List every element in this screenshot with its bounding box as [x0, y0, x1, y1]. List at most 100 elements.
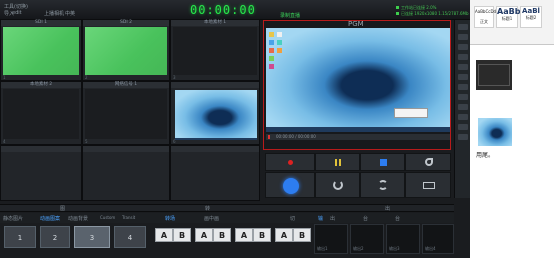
output-label: 输出2	[353, 246, 364, 251]
source-cell-local1[interactable]: 本地素材 1 3	[170, 19, 260, 81]
graphic-thumb-selected[interactable]: 3	[74, 226, 110, 248]
output-slot[interactable]: 输出3	[386, 224, 420, 254]
refresh-icon	[333, 180, 343, 190]
cell-number: 4	[3, 139, 6, 144]
source-cell-network1[interactable]: 网络信号 1 5	[82, 81, 170, 145]
output-slot[interactable]: 输出4	[422, 224, 454, 254]
style-heading2[interactable]: AaBl 标题2	[520, 6, 542, 28]
tab-static-image[interactable]: 静态图片	[3, 215, 23, 222]
tab-output-3[interactable]: 台	[363, 215, 368, 222]
section-title-graphics: 图	[60, 206, 66, 212]
tool-button[interactable]	[405, 153, 451, 171]
tab-transition[interactable]: 转场	[165, 215, 175, 222]
embedded-screen	[478, 64, 510, 86]
source-cell-sdi1[interactable]: SDI 1 1	[0, 19, 82, 81]
graphic-thumb[interactable]: 1	[4, 226, 36, 248]
source-cell-local2[interactable]: 本地素材 2 4	[0, 81, 82, 145]
stop-icon	[380, 159, 387, 166]
desktop-icon	[277, 40, 282, 45]
wrench-icon	[425, 158, 433, 166]
desktop-icon	[277, 48, 282, 53]
source-cell-empty[interactable]	[82, 145, 170, 201]
record-button[interactable]	[265, 153, 315, 171]
transition-tile[interactable]: A B	[235, 228, 271, 242]
style-sample: AaBbCcDd	[475, 9, 497, 14]
source-cell-sdi2[interactable]: SDI 2 2	[82, 19, 170, 81]
tab-output-4[interactable]: 台	[395, 215, 400, 222]
tab-output-2[interactable]: 出	[330, 215, 335, 222]
transition-b: B	[293, 228, 311, 242]
side-tool-button[interactable]	[458, 64, 468, 70]
timecode-display: 00:00:00	[190, 3, 256, 17]
menu-language[interactable]: 中英	[65, 10, 75, 17]
side-tool-button[interactable]	[458, 104, 468, 110]
side-tool-button[interactable]	[458, 84, 468, 90]
source-preview	[3, 27, 79, 75]
tab-output-1[interactable]: 输	[318, 215, 323, 222]
word-embedded-image[interactable]	[478, 118, 512, 146]
source-cell-empty[interactable]	[0, 145, 82, 201]
desktop-icon	[269, 64, 274, 69]
cell-number: 5	[85, 139, 88, 144]
desktop-icon	[269, 40, 274, 45]
tab-animated-bg[interactable]: 动画背景	[68, 215, 88, 222]
side-tool-button[interactable]	[458, 34, 468, 40]
pause-button[interactable]	[315, 153, 360, 171]
source-cell-desktop[interactable]: 6	[170, 81, 260, 145]
output-slot[interactable]: 输出1	[314, 224, 348, 254]
tab-pip[interactable]: 画中画	[204, 215, 219, 222]
live-button[interactable]	[265, 172, 315, 198]
side-tool-button[interactable]	[458, 24, 468, 30]
style-heading1[interactable]: AaBb 标题1	[496, 6, 520, 28]
live-icon	[283, 178, 299, 194]
style-caption: 标题2	[525, 15, 537, 20]
tab-custom[interactable]: Custom	[100, 215, 115, 220]
tab-animated-pattern[interactable]: 动画图案	[40, 215, 60, 222]
side-tool-button[interactable]	[458, 74, 468, 80]
camera-button[interactable]	[405, 172, 451, 198]
desktop-icon	[277, 32, 282, 37]
transition-tile[interactable]: A B	[275, 228, 311, 242]
word-body-text[interactable]: 用尾。	[476, 150, 494, 159]
section-title-transition: 转	[205, 206, 211, 212]
word-embedded-frame	[476, 60, 512, 90]
output-slot[interactable]: 输出2	[350, 224, 384, 254]
side-tool-button[interactable]	[458, 134, 468, 140]
side-tool-button[interactable]	[458, 54, 468, 60]
desktop-icon	[269, 48, 274, 53]
graphic-thumb[interactable]: 4	[114, 226, 146, 248]
graphic-thumb[interactable]: 2	[40, 226, 70, 248]
side-tool-button[interactable]	[458, 124, 468, 130]
transition-tile[interactable]: A B	[155, 228, 191, 242]
transition-a: A	[235, 228, 253, 242]
tab-transit[interactable]: Transit	[122, 215, 135, 220]
side-tool-button[interactable]	[458, 94, 468, 100]
pgm-scrub-bar[interactable]: 00:00:00 / 00:00:00	[266, 134, 450, 140]
menu-camera[interactable]: 上播相机	[44, 10, 64, 17]
side-tool-button[interactable]	[458, 44, 468, 50]
transition-a: A	[275, 228, 293, 242]
transition-a: A	[155, 228, 173, 242]
cell-title	[171, 82, 259, 88]
transition-tile[interactable]: A B	[195, 228, 231, 242]
taskbar	[175, 137, 257, 140]
style-caption: 标题1	[501, 16, 513, 21]
cell-number: 1	[3, 75, 6, 80]
source-cell-empty[interactable]	[170, 145, 260, 201]
section-title-output: 出	[385, 206, 391, 212]
output-label: 输出4	[425, 246, 436, 251]
menu-edit[interactable]: edit	[12, 10, 22, 16]
refresh-button[interactable]	[315, 172, 360, 198]
side-tool-button[interactable]	[458, 114, 468, 120]
tab-cut[interactable]: 切	[290, 215, 295, 222]
record-live-label[interactable]: 录制直播	[280, 12, 300, 19]
status-line-2: 已连接 1920x1080 1.15/2787.6Mb	[401, 10, 469, 16]
cell-title	[83, 146, 169, 152]
stop-button[interactable]	[360, 153, 405, 171]
sync-button[interactable]	[360, 172, 405, 198]
playhead[interactable]	[268, 135, 270, 139]
notification-popup[interactable]	[394, 108, 428, 118]
desktop-icon	[269, 32, 274, 37]
pgm-timestamp: 00:00:00 / 00:00:00	[276, 134, 316, 139]
style-normal[interactable]: AaBbCcDd 正文	[474, 6, 497, 28]
